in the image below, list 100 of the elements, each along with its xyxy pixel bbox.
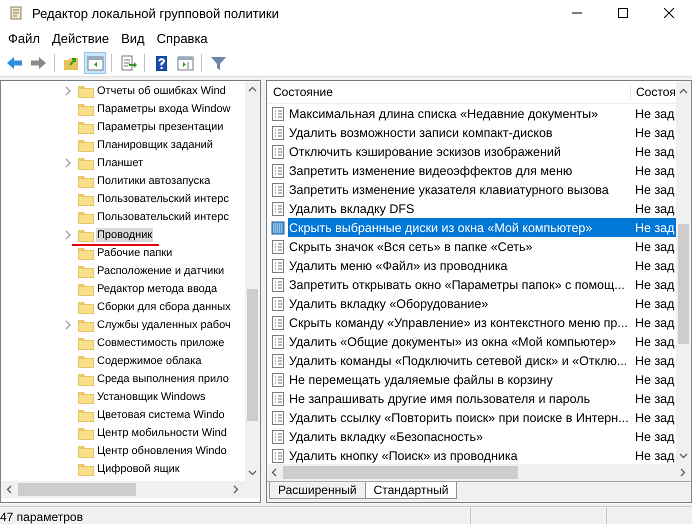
tree-item[interactable]: Цифровой ящик xyxy=(96,462,181,476)
scrollbar[interactable] xyxy=(676,81,691,464)
folder-icon xyxy=(78,372,94,386)
scrollbar-thumb[interactable] xyxy=(18,483,136,496)
scroll-down-icon[interactable] xyxy=(679,451,688,460)
tree-item[interactable]: Планшет xyxy=(96,156,144,170)
policy-name[interactable]: Удалить меню «Файл» из проводника xyxy=(288,256,632,275)
scroll-left-icon[interactable] xyxy=(270,468,279,477)
menu-item[interactable]: Вид xyxy=(115,30,151,46)
view-tab[interactable]: Расширенный xyxy=(269,482,366,499)
scrollbar-thumb[interactable] xyxy=(283,466,518,479)
tree-item[interactable]: Цветовая система Windo xyxy=(96,408,226,422)
policy-state: Не зад xyxy=(632,218,676,237)
menu-item[interactable]: Справка xyxy=(150,30,214,46)
scroll-left-icon[interactable] xyxy=(5,485,14,494)
scrollbar-thumb[interactable] xyxy=(247,289,258,421)
folder-icon xyxy=(78,336,94,350)
policy-state: Не зад xyxy=(634,448,676,464)
column-header[interactable]: Состоя xyxy=(631,85,676,99)
policy-state: Не зад xyxy=(634,410,676,426)
tree-item[interactable]: Совместимость приложе xyxy=(96,336,226,350)
maximize-icon[interactable] xyxy=(618,8,628,18)
scrollbar-thumb[interactable] xyxy=(678,224,689,344)
expand-chevron-icon[interactable] xyxy=(63,158,73,168)
column-header[interactable]: Состояние xyxy=(267,85,631,99)
policy-name[interactable]: Удалить «Общие документы» из окна «Мой компьютер» xyxy=(288,332,632,351)
scroll-down-icon[interactable] xyxy=(248,468,257,477)
policy-name[interactable]: Отключить кэширование эскизов изображений xyxy=(288,142,632,161)
policy-name[interactable]: Скрыть выбранные диски из окна «Мой компьютер» xyxy=(288,218,632,237)
folder-icon xyxy=(78,246,94,260)
policy-name[interactable]: Запретить открывать окно «Параметры папок» с помощ... xyxy=(288,275,632,294)
folder-icon xyxy=(78,390,94,404)
policy-name[interactable]: Скрыть значок «Вся сеть» в папке «Сеть» xyxy=(288,237,632,256)
tree-item[interactable]: Пользовательский интерс xyxy=(96,192,230,206)
folder-icon xyxy=(78,138,94,152)
policy-state: Не зад xyxy=(634,182,676,198)
tree-item[interactable]: Службы удаленных рабоч xyxy=(96,318,232,332)
policy-name[interactable]: Удалить вкладку «Оборудование» xyxy=(288,294,632,313)
tree-item[interactable]: Содержимое облака xyxy=(96,354,202,368)
menu-item[interactable]: Действие xyxy=(46,30,116,46)
tree-item[interactable]: Планировщик заданий xyxy=(96,138,214,152)
policy-name[interactable]: Удалить команды «Подключить сетевой диск» и «Отклю... xyxy=(288,351,632,370)
folder-icon xyxy=(78,102,94,116)
policy-name[interactable]: Не перемещать удаляемые файлы в корзину xyxy=(288,370,632,389)
folder-icon xyxy=(78,264,94,278)
policy-name[interactable]: Удалить вкладку «Безопасность» xyxy=(288,427,632,446)
folder-icon xyxy=(78,120,94,134)
tree-item[interactable]: Центр обновления Windo xyxy=(96,444,228,458)
tree-item[interactable]: Рабочие папки xyxy=(96,246,174,260)
export-icon xyxy=(118,54,138,72)
folder-icon xyxy=(78,444,94,458)
view-tab[interactable]: Стандартный xyxy=(364,482,458,499)
menu-item[interactable]: Файл xyxy=(2,30,46,46)
policy-name[interactable]: Удалить кнопку «Поиск» из проводника xyxy=(288,446,632,464)
policy-state: Не зад xyxy=(634,258,676,274)
tree-item[interactable]: Редактор метода ввода xyxy=(96,282,218,296)
scroll-right-icon[interactable] xyxy=(678,468,687,477)
tree-item[interactable]: Параметры презентации xyxy=(96,120,224,134)
tree-item[interactable]: Расположение и датчики xyxy=(96,264,226,278)
scroll-up-icon[interactable] xyxy=(248,85,257,94)
folder-icon xyxy=(78,354,94,368)
policy-name[interactable]: Запретить изменение указателя клавиатурного вызова xyxy=(288,180,632,199)
scrollbar[interactable] xyxy=(1,481,260,498)
scrollbar[interactable] xyxy=(267,464,691,481)
tree-item[interactable]: Пользовательский интерс xyxy=(96,210,230,224)
policy-name[interactable]: Максимальная длина списка «Недавние документы» xyxy=(288,104,632,123)
folder-icon xyxy=(78,408,94,422)
policy-name[interactable]: Запретить изменение видеоэффектов для меню xyxy=(288,161,632,180)
tree-item[interactable]: Отчеты об ошибках Wind xyxy=(96,84,227,98)
policy-state: Не зад xyxy=(634,352,676,370)
tree-item[interactable]: Сборки для сбора данных xyxy=(96,300,232,314)
policy-name[interactable]: Скрыть команду «Управление» из контекстного меню пр... xyxy=(288,313,632,332)
tree-item[interactable]: Политики автозапуска xyxy=(96,174,212,188)
window-title: Редактор локальной групповой политики xyxy=(32,6,280,20)
policy-state: Не зад xyxy=(634,296,676,312)
scroll-right-icon[interactable] xyxy=(231,485,240,494)
scrollbar[interactable] xyxy=(245,81,260,481)
close-icon[interactable] xyxy=(664,8,674,18)
folder-icon xyxy=(78,228,94,242)
policy-name[interactable]: Не запрашивать другие имя пользователя и пароль xyxy=(288,389,632,408)
folder-icon xyxy=(78,300,94,314)
tree-item[interactable]: Установщик Windows xyxy=(96,390,207,404)
expand-chevron-icon[interactable] xyxy=(63,86,73,96)
policy-state: Не зад xyxy=(634,334,676,350)
policy-state: Не зад xyxy=(634,428,676,446)
policy-state: Не зад xyxy=(634,390,676,408)
policy-name[interactable]: Удалить ссылку «Повторить поиск» при поиске в Интерн... xyxy=(288,408,632,427)
policy-state: Не зад xyxy=(634,238,676,256)
expand-chevron-icon[interactable] xyxy=(63,230,73,240)
tree-button[interactable] xyxy=(84,52,106,74)
tree-item[interactable]: Среда выполнения прило xyxy=(96,372,230,386)
policy-name[interactable]: Удалить вкладку DFS xyxy=(288,199,632,218)
policy-state: Не зад xyxy=(634,144,676,160)
folder-icon xyxy=(78,192,94,206)
scroll-up-icon[interactable] xyxy=(679,87,688,96)
policy-state: Не зад xyxy=(634,124,676,142)
tree-item[interactable]: Центр мобильности Wind xyxy=(96,426,228,440)
policy-name[interactable]: Удалить возможности записи компакт-дисков xyxy=(288,123,632,142)
tree-item[interactable]: Параметры входа Window xyxy=(96,102,232,116)
expand-chevron-icon[interactable] xyxy=(63,320,73,330)
